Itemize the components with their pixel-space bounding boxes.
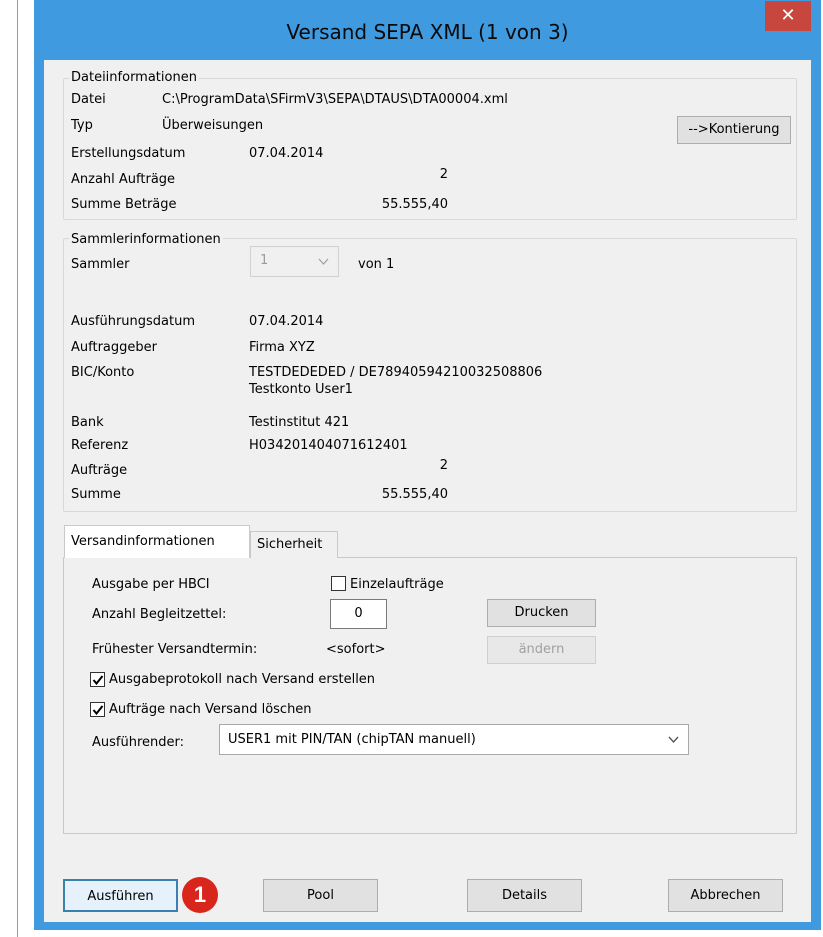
summe-betraege-value: 55.555,40 (381, 197, 448, 212)
tab-sicherheit[interactable]: Sicherheit (250, 531, 338, 558)
sammlerinformationen-legend: Sammlerinformationen (69, 232, 223, 247)
dialog-window: Versand SEPA XML (1 von 3) ✕ Dateiinform… (34, 0, 821, 930)
versandtermin-label: Frühester Versandtermin: (92, 642, 258, 657)
anzahl-auftraege-value: 2 (439, 167, 448, 182)
bic-konto-value: TESTDEDEDED / DE78940594210032508806 (249, 365, 543, 380)
chevron-down-icon (318, 258, 329, 265)
ausgabeprotokoll-label: Ausgabeprotokoll nach Versand erstellen (109, 672, 376, 687)
summe-betraege-label: Summe Beträge (71, 197, 177, 212)
ausgabe-hbci-label: Ausgabe per HBCI (92, 577, 210, 592)
ausfuehrungsdatum-value: 07.04.2014 (249, 314, 324, 329)
ausgabeprotokoll-checkbox[interactable] (90, 672, 105, 687)
pool-button[interactable]: Pool (263, 879, 378, 912)
versandtermin-value: <sofort> (326, 642, 386, 657)
sammler-von-label: von 1 (358, 257, 395, 272)
erstellungsdatum-value: 07.04.2014 (249, 146, 324, 161)
dialog-client-area: Dateiinformationen Datei C:\ProgramData\… (44, 60, 811, 922)
kontierung-button[interactable]: -->Kontierung (677, 116, 791, 144)
datei-label: Datei (71, 92, 106, 107)
checkmark-icon (92, 705, 104, 716)
einzelauftraege-label: Einzelaufträge (350, 577, 444, 592)
begleitzettel-input[interactable]: 0 (330, 599, 387, 629)
datei-value: C:\ProgramData\SFirmV3\SEPA\DTAUS\DTA000… (162, 92, 508, 107)
konto-name-value: Testkonto User1 (249, 382, 353, 397)
drucken-button[interactable]: Drucken (487, 599, 596, 627)
begleitzettel-label: Anzahl Begleitzettel: (92, 607, 227, 622)
sammler-label: Sammler (71, 257, 130, 272)
ausfuehrender-label: Ausführender: (92, 735, 185, 750)
referenz-value: H034201404071612401 (249, 438, 408, 453)
chevron-down-icon (668, 736, 679, 744)
left-border-line (17, 0, 18, 937)
close-button[interactable]: ✕ (765, 1, 811, 31)
checkmark-icon (92, 675, 104, 686)
ausfuehrender-select-value: USER1 mit PIN/TAN (chipTAN manuell) (228, 732, 476, 747)
bank-label: Bank (71, 415, 104, 430)
anzahl-auftraege-label: Anzahl Aufträge (71, 172, 176, 187)
typ-label: Typ (71, 118, 93, 133)
tab-versandinformationen[interactable]: Versandinformationen (64, 525, 250, 558)
summe-value: 55.555,40 (381, 487, 448, 502)
tab-panel-versandinformationen (63, 557, 797, 834)
auftraggeber-label: Auftraggeber (71, 340, 157, 355)
auftraggeber-value: Firma XYZ (249, 340, 315, 355)
erstellungsdatum-label: Erstellungsdatum (71, 146, 186, 161)
sammler-select[interactable]: 1 (250, 246, 339, 277)
auftraege-label: Aufträge (71, 463, 128, 478)
auftraege-value: 2 (439, 458, 448, 473)
title-bar[interactable]: Versand SEPA XML (1 von 3) ✕ (34, 0, 821, 60)
details-button[interactable]: Details (467, 879, 582, 912)
auftraege-loeschen-label: Aufträge nach Versand löschen (109, 702, 312, 717)
ausfuehrungsdatum-label: Ausführungsdatum (71, 314, 196, 329)
summe-label: Summe (71, 487, 121, 502)
sammler-select-value: 1 (260, 253, 269, 268)
aendern-button[interactable]: ändern (487, 636, 596, 664)
typ-value: Überweisungen (162, 118, 264, 133)
window-title: Versand SEPA XML (1 von 3) (286, 20, 569, 44)
ausfuehren-button[interactable]: Ausführen (63, 879, 178, 912)
dateiinformationen-legend: Dateiinformationen (69, 70, 199, 85)
bic-konto-label: BIC/Konto (71, 365, 135, 380)
bank-value: Testinstitut 421 (249, 415, 350, 430)
annotation-badge: 1 (182, 877, 218, 913)
ausfuehrender-select[interactable]: USER1 mit PIN/TAN (chipTAN manuell) (219, 724, 689, 755)
referenz-label: Referenz (71, 438, 129, 453)
abbrechen-button[interactable]: Abbrechen (668, 879, 783, 912)
einzelauftraege-checkbox[interactable] (331, 576, 346, 591)
auftraege-loeschen-checkbox[interactable] (90, 702, 105, 717)
